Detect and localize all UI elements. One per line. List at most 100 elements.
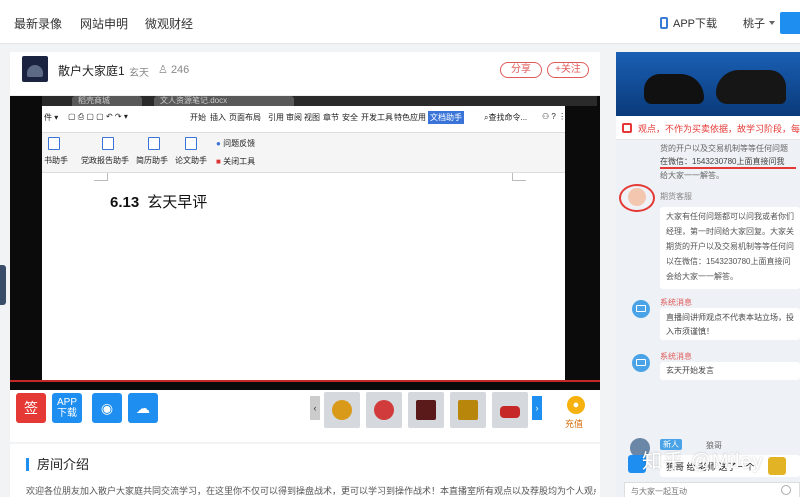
app-download-button-label: APP 下载	[56, 397, 77, 419]
nav-micro-finance[interactable]: 微观财经	[145, 15, 193, 32]
coin-icon[interactable]: ●	[567, 396, 585, 414]
menu-item: 引用	[268, 113, 284, 122]
chat-line: 给大家一一解答。	[660, 171, 724, 180]
gift-prev-arrow[interactable]: ‹	[310, 396, 320, 420]
system-sender: 系统消息	[660, 352, 692, 361]
book-assistant-icon	[48, 137, 60, 150]
host-tag: 玄天	[129, 68, 149, 79]
tool-label: 简历助手	[136, 156, 168, 165]
chevron-down-icon	[769, 21, 775, 25]
red-circle-annotation	[619, 184, 655, 212]
video-player[interactable]: 稻壳商城 文人资源笔记.docx 件 ▾ ▢ ⎙ ▢ ▢ ↶ ↷ ▾ 开始 插入…	[10, 96, 600, 390]
bull-image	[644, 74, 704, 104]
nav-latest-recordings[interactable]: 最新录像	[14, 15, 62, 32]
user-name: 桃子	[743, 18, 765, 30]
weibo-icon[interactable]: ◉	[92, 393, 122, 423]
watermark: 知乎 @Miley	[642, 451, 764, 473]
search-command: ⌕查找命令...	[484, 112, 527, 123]
emoji-icon[interactable]	[781, 485, 791, 495]
room-title: 散户大家庭1	[58, 64, 125, 78]
follow-button[interactable]: +关注	[547, 62, 589, 78]
service-message: 大家有任何问题都可以问我或者你们 经理，第一时间给大家回复。大家关 期货的开户以…	[660, 207, 800, 289]
close-tool: ■ 关闭工具	[216, 156, 255, 167]
room-avatar[interactable]	[22, 56, 48, 82]
app-download-button[interactable]: APP 下载	[52, 393, 82, 423]
gift-item[interactable]	[492, 392, 528, 428]
document-heading: 6.13 玄天早评	[110, 191, 207, 212]
report-assistant-icon	[102, 137, 114, 150]
bull-bear-banner	[616, 52, 800, 116]
menu-item: 章节	[323, 113, 339, 122]
menu-item: 开发工具	[361, 113, 393, 122]
service-line: 以在微信：1543230780上面直接问	[666, 257, 791, 266]
player-progress-line	[10, 380, 600, 382]
tool-label: 党政报告助手	[81, 156, 129, 165]
room-intro: 房间介绍 欢迎各位朋友加入散户大家庭共同交流学习，在这里你不仅可以得到操盘战术，…	[10, 444, 600, 497]
gift-next-arrow[interactable]: ›	[532, 396, 542, 420]
viewer-count: ♙ 246	[158, 63, 189, 76]
system-message-icon	[632, 354, 650, 372]
gift-item[interactable]	[366, 392, 402, 428]
gift-item[interactable]	[450, 392, 486, 428]
info-icon: ●	[216, 139, 221, 148]
page-corner-mark	[512, 173, 526, 181]
room-intro-heading: 房间介绍	[26, 458, 89, 471]
phone-icon	[660, 17, 668, 29]
file-menu: 件 ▾	[44, 113, 59, 122]
chat-input[interactable]	[631, 484, 751, 497]
menu-item: 安全	[342, 113, 358, 122]
shared-screen-tabbar: 稻壳商城 文人资源笔记.docx	[42, 96, 597, 106]
user-menu[interactable]: 桃子	[743, 15, 775, 31]
viewer-count-value: 246	[170, 64, 190, 76]
shared-menu-ribbon: 件 ▾ ▢ ⎙ ▢ ▢ ↶ ↷ ▾ 开始 插入 页面布局 引用 审阅 视图 章节…	[42, 106, 566, 133]
shared-tab: 文人资源笔记.docx	[154, 96, 294, 106]
person-icon: ♙	[158, 64, 168, 76]
tool-label: 论文助手	[175, 156, 207, 165]
system-message: 直播间讲师观点不代表本站立场，投 入市须谨慎！	[660, 308, 800, 340]
gift-item[interactable]	[324, 392, 360, 428]
close-tool-label: 关闭工具	[223, 157, 256, 166]
paper-assistant-icon	[185, 137, 197, 150]
menu-item: 视图	[304, 113, 320, 122]
chat-panel: 观点，不作为买卖依据，故学习阶段，每次 货的开户以及交易机制等等任何问题 在微信…	[616, 52, 800, 497]
app-download-link[interactable]: APP下载	[660, 15, 717, 31]
menu-item: 审阅	[286, 113, 302, 122]
menu-item: 开始	[190, 113, 206, 122]
shared-tab: 稻壳商城	[72, 96, 142, 106]
menu-item: 特色应用	[394, 113, 426, 122]
service-name: 期货客服	[660, 192, 692, 201]
system-line: 入市须谨慎！	[666, 327, 714, 336]
service-line: 经理，第一时间给大家回复。大家关	[666, 227, 794, 236]
shared-tools-row: 书助手 党政报告助手 简历助手 论文助手 ● 问题反馈 ■ 关闭工具	[42, 133, 565, 173]
service-line: 期货的开户以及交易机制等等任何问	[666, 242, 794, 251]
bear-image	[716, 70, 786, 104]
sign-in-button[interactable]: 签	[16, 393, 46, 423]
speaker-icon	[622, 123, 632, 133]
menu-item: 页面布局	[229, 113, 261, 122]
recharge-label[interactable]: 充值	[565, 417, 583, 430]
save-icon[interactable]	[780, 12, 800, 34]
chat-line: 货的开户以及交易机制等等任何问题	[660, 144, 788, 153]
system-line: 玄天开始发言	[666, 366, 714, 375]
system-line: 直播间讲师观点不代表本站立场，投	[666, 313, 794, 322]
top-navigation: 最新录像 网站申明 微观财经 APP下载 桃子	[0, 0, 800, 44]
room-header: 散户大家庭1 玄天 ♙ 246 分享 +关注	[10, 52, 600, 96]
menu-item-highlight: 文档助手	[428, 111, 464, 124]
shared-document: 6.13 玄天早评	[42, 173, 565, 380]
feedback-label: 问题反馈	[223, 139, 256, 148]
document-heading-title: 玄天早评	[147, 194, 208, 211]
sign-in-label: 签	[24, 400, 38, 416]
service-line: 大家有任何问题都可以问我或者你们	[666, 212, 794, 221]
document-heading-number: 6.13	[110, 194, 140, 211]
share-button[interactable]: 分享	[500, 62, 542, 78]
page-corner-mark	[94, 173, 108, 181]
announcement-ticker: 观点，不作为买卖依据，故学习阶段，每次	[616, 116, 800, 140]
wechat-icon[interactable]: ☁	[128, 393, 158, 423]
chat-input-box[interactable]	[624, 482, 800, 497]
nav-site-statement[interactable]: 网站申明	[80, 15, 128, 32]
system-sender: 系统消息	[660, 298, 692, 307]
gift-item[interactable]	[408, 392, 444, 428]
gift-icon	[768, 457, 786, 475]
side-collapse-handle[interactable]	[0, 265, 6, 305]
search-command-label: 查找命令...	[488, 113, 528, 122]
